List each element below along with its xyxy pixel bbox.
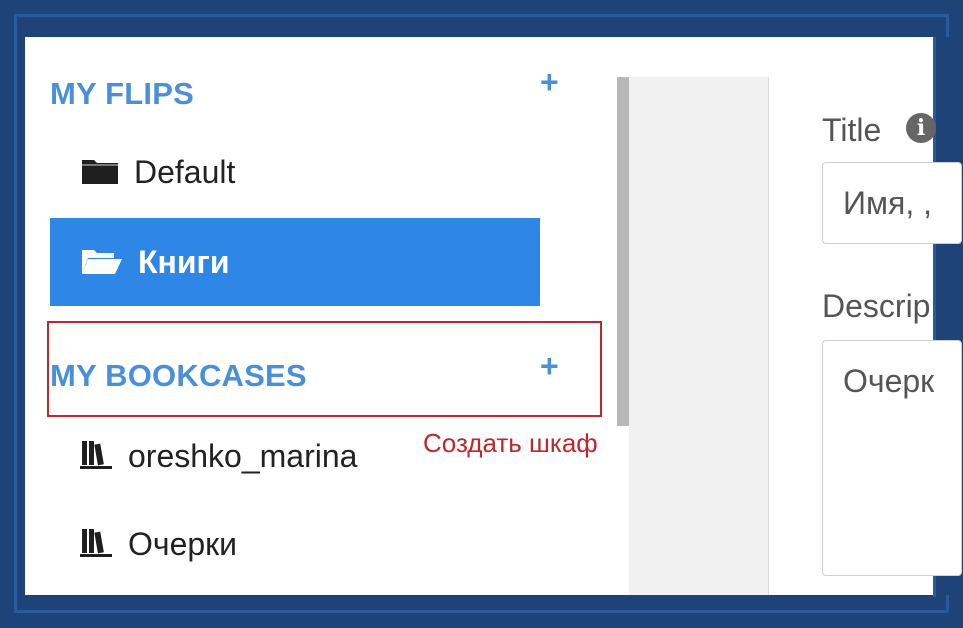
flip-item-default[interactable]: Default (50, 128, 540, 216)
description-label: Descrip (822, 288, 931, 324)
bookcase-icon (80, 526, 114, 563)
bookcase-item-ocherki[interactable]: Очерки (50, 500, 540, 588)
flip-label: Default (134, 153, 236, 190)
add-bookcase-plus-icon[interactable]: + (540, 350, 559, 382)
flip-label: Книги (138, 243, 230, 280)
my-flips-header: MY FLIPS (50, 76, 194, 111)
create-bookcase-annotation: Создать шкаф (423, 428, 598, 458)
title-input-value: Имя, , (843, 185, 932, 221)
title-input[interactable]: Имя, , (822, 162, 962, 244)
add-flip-plus-icon[interactable]: + (540, 66, 559, 98)
bookcase-label: oreshko_marina (128, 437, 358, 474)
folder-open-icon (80, 244, 124, 281)
column-divider (768, 77, 769, 595)
my-bookcases-header: MY BOOKCASES (50, 358, 307, 393)
description-textarea[interactable]: Очерк (822, 340, 962, 576)
title-label: Title (822, 112, 882, 148)
info-icon[interactable]: i (906, 113, 936, 143)
flip-item-knigi[interactable]: Книги (50, 218, 540, 306)
folder-closed-icon (80, 154, 120, 191)
description-textarea-value: Очерк (843, 363, 935, 399)
bookcase-label: Очерки (128, 525, 238, 562)
bookcase-item-oreshko[interactable]: oreshko_marina (50, 412, 410, 500)
bookcase-icon (80, 438, 114, 475)
sidebar-scrollbar[interactable] (617, 77, 629, 426)
content-gutter (629, 77, 769, 595)
